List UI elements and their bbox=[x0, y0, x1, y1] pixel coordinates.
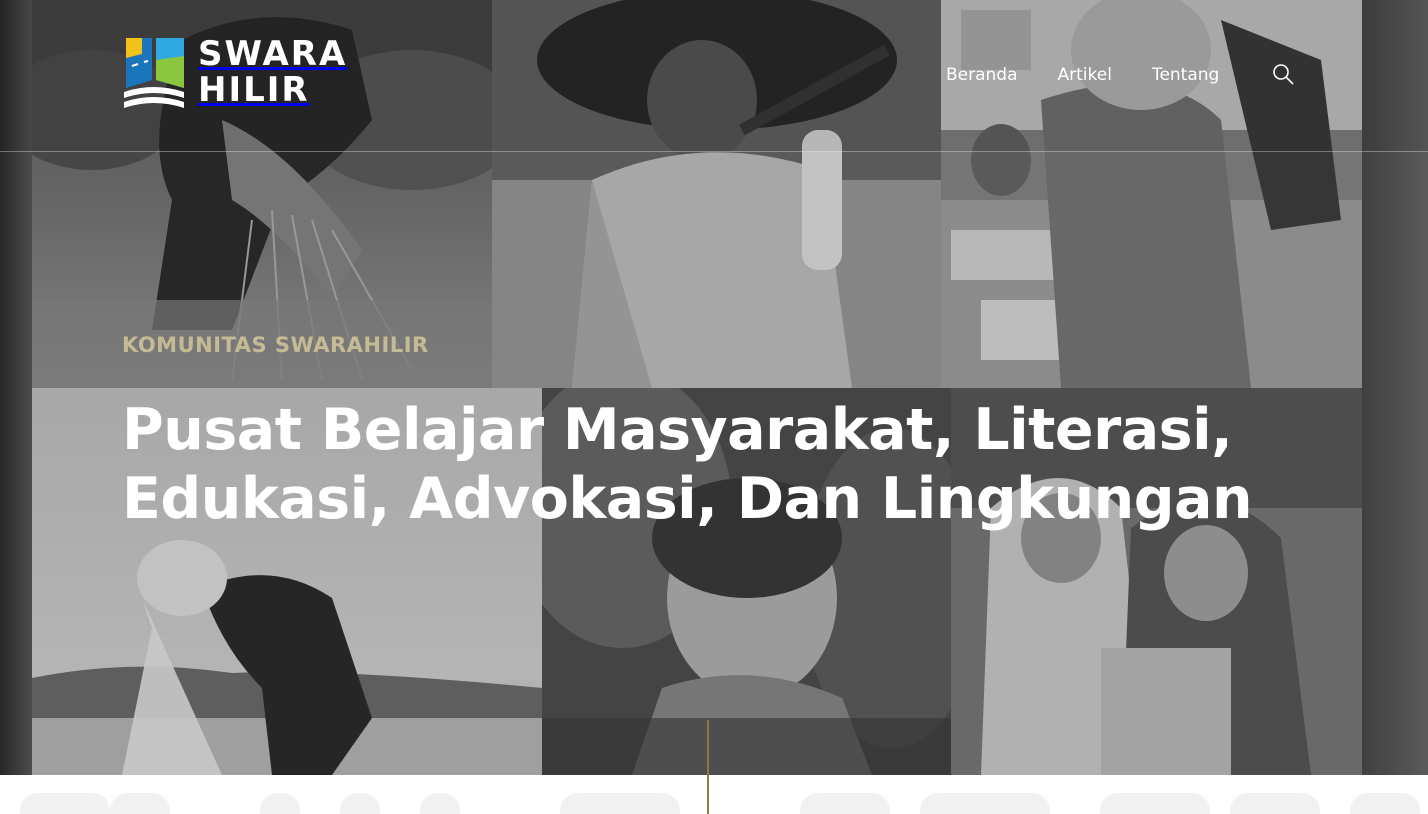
nav-item-beranda[interactable]: Beranda bbox=[946, 62, 1018, 88]
faded-shape bbox=[110, 793, 170, 814]
faded-shape bbox=[920, 793, 1050, 814]
faded-shape bbox=[420, 793, 460, 814]
logo-line-2: HILIR bbox=[198, 70, 310, 110]
faded-shape bbox=[1230, 793, 1320, 814]
site-logo[interactable]: SWARA HILIR bbox=[122, 36, 362, 116]
faded-shape bbox=[1100, 793, 1210, 814]
nav-item-artikel[interactable]: Artikel bbox=[1058, 62, 1112, 88]
faded-shape bbox=[260, 793, 300, 814]
faded-shape bbox=[1350, 793, 1420, 814]
site-header: SWARA HILIR Beranda Artikel Tentang bbox=[0, 0, 1428, 152]
main-nav: Beranda Artikel Tentang bbox=[946, 62, 1259, 88]
search-icon[interactable] bbox=[1271, 62, 1295, 86]
nav-item-tentang[interactable]: Tentang bbox=[1152, 62, 1219, 88]
faded-shape bbox=[340, 793, 380, 814]
hero-eyebrow: KOMUNITAS SWARAHILIR bbox=[122, 333, 429, 357]
page: SWARA HILIR Beranda Artikel Tentang KOMU… bbox=[0, 0, 1428, 814]
scroll-indicator-line bbox=[707, 720, 709, 814]
logo-line-1: SWARA bbox=[198, 34, 348, 74]
logo-wordmark: SWARA HILIR bbox=[198, 36, 347, 108]
faded-shape bbox=[20, 793, 110, 814]
faded-shape bbox=[800, 793, 890, 814]
below-fold-section bbox=[0, 775, 1428, 814]
hero-headline: Pusat Belajar Masyarakat, Literasi, Eduk… bbox=[122, 397, 1253, 532]
faded-shape bbox=[560, 793, 680, 814]
logo-book-icon bbox=[124, 38, 184, 108]
